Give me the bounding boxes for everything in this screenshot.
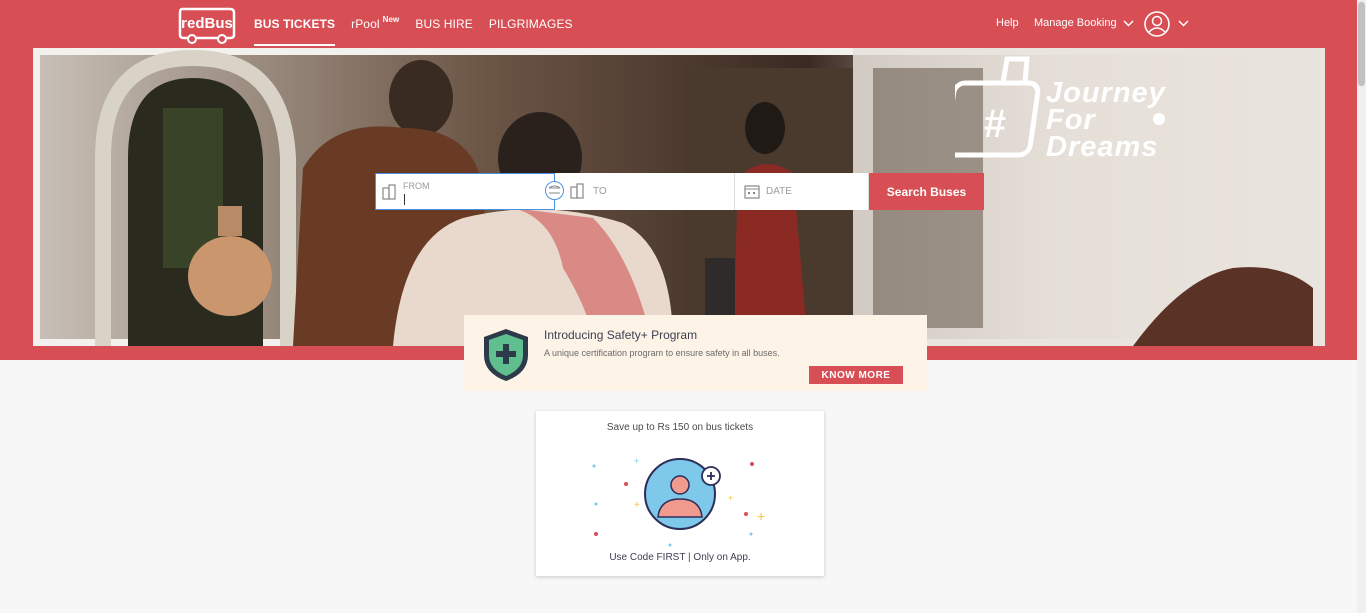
search-buses-button[interactable]: Search Buses: [869, 173, 984, 210]
logo-text: redBus: [181, 15, 233, 32]
tagline-line-3: Dreams: [1046, 131, 1159, 163]
safety-plus-card: Introducing Safety+ Program A unique cer…: [464, 315, 927, 391]
building-icon: [570, 183, 584, 199]
tagline-line-2: For: [1046, 104, 1096, 136]
svg-text:#: #: [984, 102, 1006, 146]
from-field[interactable]: FROM: [375, 173, 555, 210]
svg-text:+: +: [757, 508, 765, 524]
text-cursor: [404, 194, 405, 205]
shield-plus-icon: [484, 329, 528, 381]
know-more-button[interactable]: KNOW MORE: [809, 366, 903, 384]
building-icon: [382, 184, 396, 200]
nav-bus-hire-label: BUS HIRE: [415, 17, 473, 31]
tagline-line-1: Journey: [1046, 77, 1166, 109]
offer-code: Use Code FIRST | Only on App.: [609, 552, 751, 563]
manage-booking-label: Manage Booking: [1034, 17, 1117, 29]
journey-for-dreams-text: Journey For Dreams: [1046, 77, 1166, 163]
safety-title: Introducing Safety+ Program: [544, 328, 698, 342]
user-icon: [1144, 11, 1170, 37]
main-nav: BUS TICKETS rPool New BUS HIRE PILGRIMAGE…: [254, 0, 589, 48]
swap-icon: [548, 185, 561, 194]
offer-title: Save up to Rs 150 on bus tickets: [606, 422, 754, 433]
to-label: TO: [593, 186, 607, 197]
redbus-logo[interactable]: redBus: [176, 5, 238, 45]
nav-rpool[interactable]: rPool New: [351, 0, 399, 48]
top-navbar: redBus BUS TICKETS rPool New BUS HIRE PIL…: [0, 0, 1357, 48]
svg-text:+: +: [634, 500, 640, 511]
help-link[interactable]: Help: [996, 17, 1019, 29]
svg-text:+: +: [634, 456, 639, 466]
svg-text:+: +: [728, 493, 733, 503]
nav-bus-tickets[interactable]: BUS TICKETS: [254, 0, 336, 48]
nav-bus-hire[interactable]: BUS HIRE: [415, 0, 472, 48]
safety-description: A unique certification program to ensure…: [544, 348, 780, 358]
chevron-down-icon: [1123, 19, 1134, 27]
swap-cities-button[interactable]: [545, 181, 564, 200]
calendar-icon: [744, 185, 760, 199]
offer-card[interactable]: Save up to Rs 150 on bus tickets + + + +…: [536, 411, 824, 576]
nav-pilgrimages-label: PILGRIMAGES: [488, 17, 573, 31]
chevron-down-icon: [1178, 20, 1189, 27]
nav-bus-tickets-label: BUS TICKETS: [254, 17, 336, 31]
from-label: FROM: [403, 181, 430, 191]
date-label: DATE: [766, 186, 792, 197]
scrollbar-thumb[interactable]: [1358, 2, 1365, 86]
nav-rpool-label: rPool: [351, 17, 380, 31]
to-field[interactable]: TO: [555, 173, 735, 210]
search-bar: FROM TO DATE Search Buses: [375, 173, 984, 210]
account-menu[interactable]: [1144, 11, 1190, 37]
new-badge: New: [382, 14, 400, 24]
manage-booking-menu[interactable]: Manage Booking: [1034, 17, 1134, 29]
page-scrollbar[interactable]: [1357, 0, 1366, 613]
date-field[interactable]: DATE: [735, 173, 869, 210]
new-user-illustration: + + + +: [592, 456, 765, 547]
nav-pilgrimages[interactable]: PILGRIMAGES: [489, 0, 573, 48]
